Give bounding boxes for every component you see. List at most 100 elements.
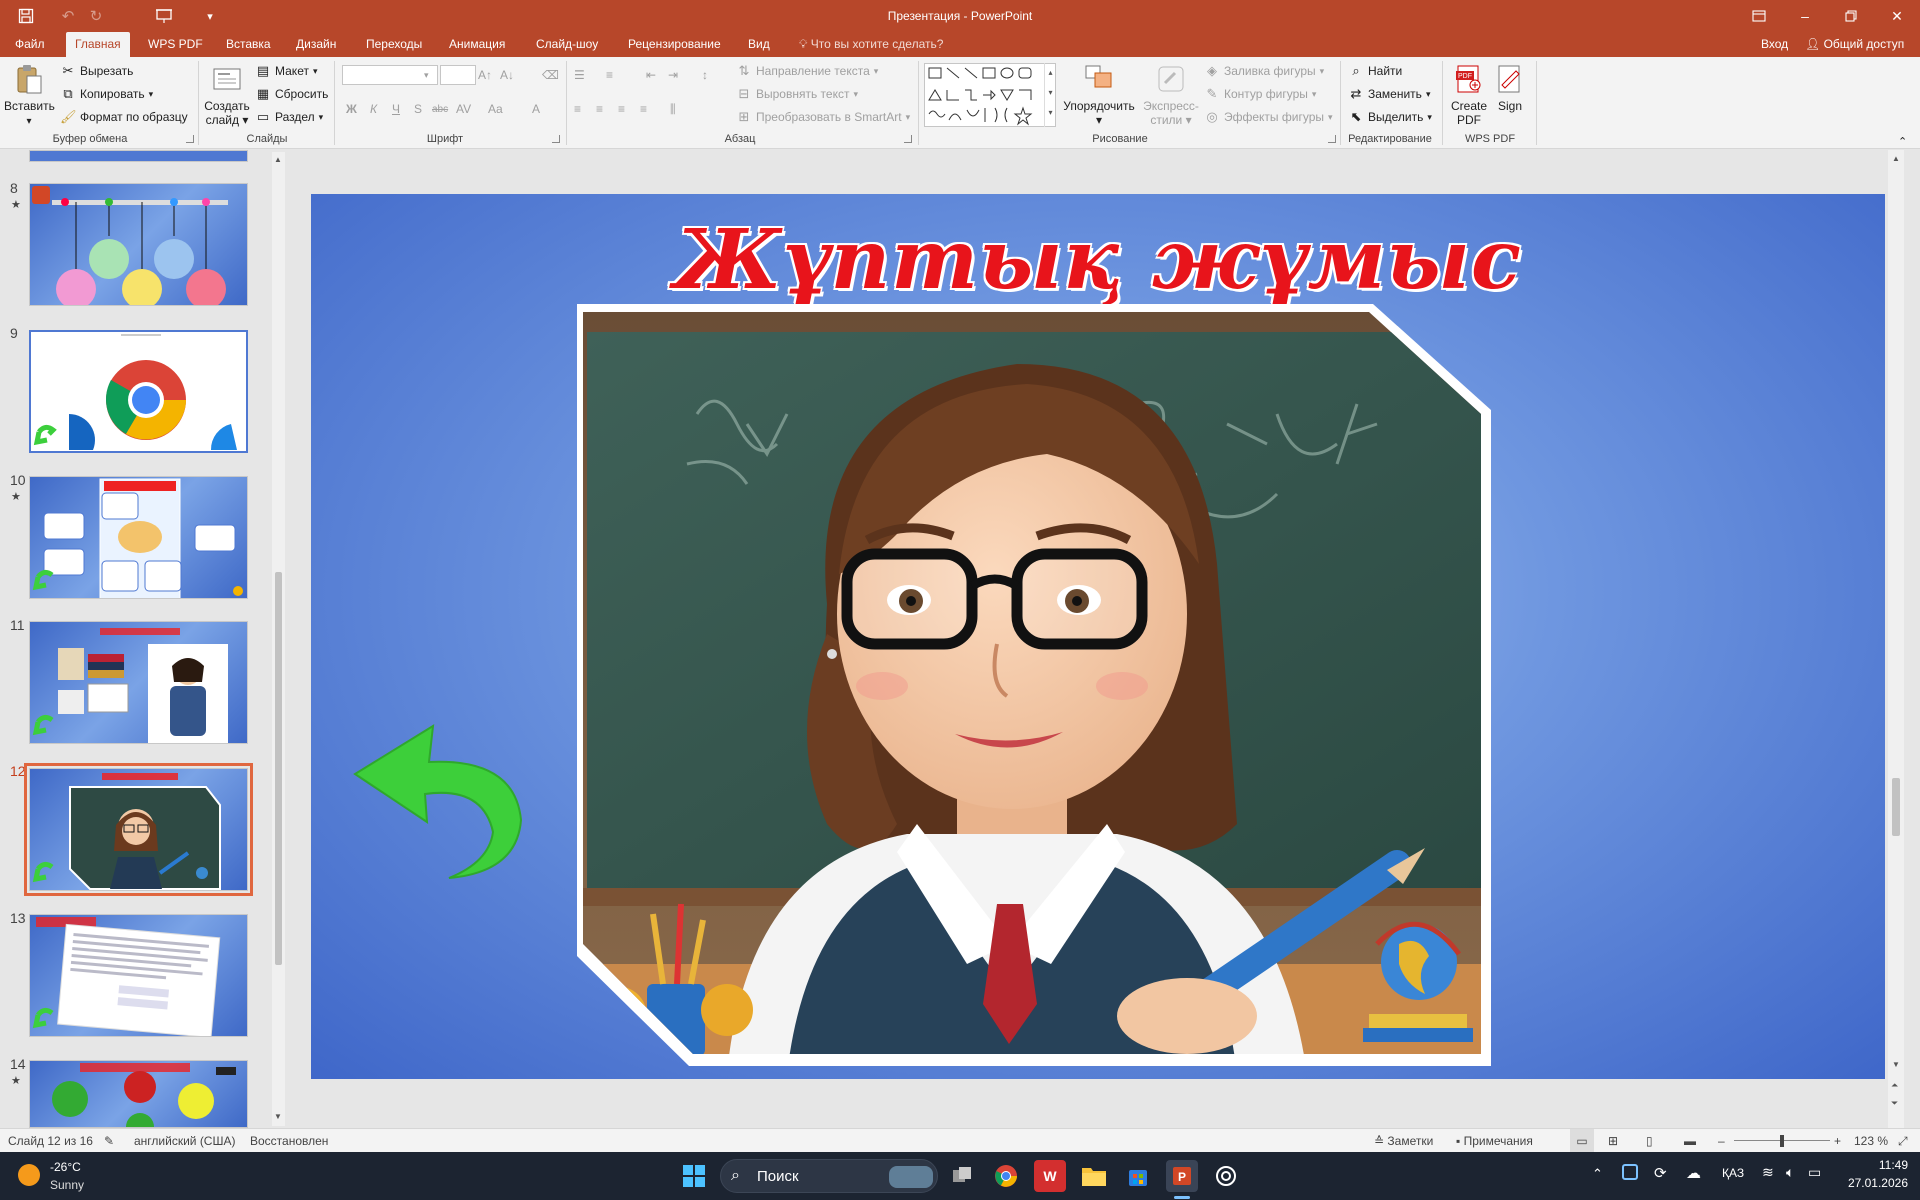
wifi-icon[interactable]: ≋ [1762,1164,1774,1181]
underline-button[interactable]: Ч [392,99,400,119]
clear-formatting-icon[interactable]: ⌫ [542,65,559,85]
arrange-button[interactable]: Упорядочить ▾ [1062,63,1136,127]
tray-sync-icon[interactable]: ⟳ [1654,1164,1667,1182]
minimize-icon[interactable]: – [1782,0,1828,32]
numbering-icon[interactable]: ≡ [606,65,613,85]
language-indicator[interactable]: английский (США) [134,1129,235,1153]
smartart-button[interactable]: ⊞ Преобразовать в SmartArt ▾ [736,107,911,127]
text-direction-button[interactable]: ⇅ Направление текста ▾ [736,61,879,81]
drawing-launcher-icon[interactable] [1328,135,1336,143]
weather-temp[interactable]: -26°C [50,1160,81,1174]
zoom-out-icon[interactable]: – [1718,1129,1725,1153]
tab-wps-pdf[interactable]: WPS PDF [139,32,212,57]
slide-thumb-11[interactable] [29,621,248,744]
decrease-font-icon[interactable]: A↓ [500,65,514,85]
align-text-button[interactable]: ⊟ Выровнять текст ▾ [736,84,858,104]
shape-outline-button[interactable]: ✎ Контур фигуры ▾ [1204,84,1317,104]
create-pdf-button[interactable]: PDF Create PDF [1448,63,1490,127]
slide-canvas[interactable]: Жұптық жұмыс [311,194,1885,1079]
save-icon[interactable] [6,0,46,32]
new-slide-button[interactable]: Создать слайд ▾ [202,63,252,127]
volume-icon[interactable]: 🔈︎ [1786,1164,1794,1181]
windows-start-icon[interactable] [678,1160,710,1192]
clock-time[interactable]: 11:49 [1838,1158,1908,1172]
slide-editing-area[interactable]: Жұптық жұмыс ▲ ▼ ⏶ ⏷ [287,150,1904,1128]
section-button[interactable]: ▭ Раздел ▾ [255,107,323,127]
shadow-button[interactable]: S [414,99,422,119]
clipboard-launcher-icon[interactable] [186,135,194,143]
restore-icon[interactable] [1828,0,1874,32]
align-left-icon[interactable]: ≡ [574,99,581,119]
tab-slideshow[interactable]: Слайд-шоу [527,32,607,57]
font-size-input[interactable] [440,65,476,85]
slide-thumb-7-partial[interactable] [29,150,248,162]
slides-panel-scrollbar[interactable]: ▲ ▼ [272,152,285,1126]
italic-button[interactable]: К [370,99,377,119]
slide-thumb-9[interactable] [29,330,248,453]
tell-me-search[interactable]: 💡︎ Что вы хотите сделать? [790,32,952,57]
close-icon[interactable]: ✕ [1874,0,1920,32]
font-name-dropdown-icon[interactable]: ▾ [424,65,429,85]
panel-scroll-thumb[interactable] [275,572,282,965]
scroll-down-icon[interactable]: ▼ [1892,1060,1900,1069]
replace-button[interactable]: ⇄ Заменить ▾ [1348,84,1431,104]
shapes-gallery[interactable] [924,63,1056,127]
teacher-picture[interactable] [577,304,1507,1074]
share-button[interactable]: 👤︎ Общий доступ [1796,32,1913,57]
back-arrow-icon[interactable] [353,722,523,882]
quick-styles-button[interactable]: Экспресс-стили ▾ [1136,63,1206,127]
notes-button[interactable]: ≙ Заметки [1374,1129,1433,1153]
slide-thumb-8[interactable] [29,183,248,306]
weather-desc[interactable]: Sunny [50,1178,84,1192]
slide-thumb-13[interactable] [29,914,248,1037]
redo-icon[interactable]: ↻ [76,0,116,32]
paragraph-launcher-icon[interactable] [904,135,912,143]
fit-slide-icon[interactable]: ⤢ [1898,1129,1908,1153]
present-from-start-icon[interactable] [144,0,184,32]
shapes-scroll[interactable]: ▴ ▾ ▾ [1044,63,1056,127]
customize-toolbar-icon[interactable]: ▾ [190,0,230,32]
tab-file[interactable]: Файл [6,32,54,57]
zoom-in-icon[interactable]: + [1834,1129,1841,1153]
onedrive-icon[interactable]: ☁ [1686,1164,1701,1182]
change-case-button[interactable]: Aa [488,99,503,119]
task-view-icon[interactable] [946,1160,978,1192]
ribbon-display-icon[interactable] [1736,0,1782,32]
scroll-down-icon[interactable]: ▼ [274,1112,282,1121]
reading-view-icon[interactable]: ▯ [1646,1129,1653,1153]
normal-view-icon[interactable]: ▭ [1570,1129,1594,1153]
copy-button[interactable]: ⧉ Копировать ▾ [60,84,153,104]
paste-button[interactable]: Вставить ▾ [4,63,55,129]
increase-indent-icon[interactable]: ⇥ [668,65,678,85]
slide-thumb-12[interactable] [24,763,253,896]
tab-insert[interactable]: Вставка [217,32,280,57]
scroll-up-icon[interactable]: ▲ [1892,154,1900,163]
align-right-icon[interactable]: ≡ [618,99,625,119]
shape-fill-button[interactable]: ◈ Заливка фигуры ▾ [1204,61,1324,81]
find-button[interactable]: ⌕ Найти [1348,61,1402,81]
editor-scroll-thumb[interactable] [1892,778,1900,836]
chrome-icon[interactable] [990,1160,1022,1192]
slideshow-icon[interactable]: ▬ [1684,1129,1696,1153]
reset-button[interactable]: ▦ Сбросить [255,84,329,104]
tray-chevron-icon[interactable]: ⌃ [1592,1166,1603,1182]
collapse-ribbon-icon[interactable]: ⌃ [1898,131,1907,151]
align-center-icon[interactable]: ≡ [596,99,603,119]
char-spacing-button[interactable]: AV [456,99,471,119]
wps-office-icon[interactable]: W [1034,1160,1066,1192]
slide-sorter-icon[interactable]: ⊞ [1608,1129,1618,1153]
increase-font-icon[interactable]: A↑ [478,65,492,85]
cut-button[interactable]: ✂ Вырезать [60,61,134,81]
file-explorer-icon[interactable] [1078,1160,1110,1192]
powerpoint-taskbar-icon[interactable]: P [1166,1160,1198,1192]
shape-effects-button[interactable]: ◎ Эффекты фигуры ▾ [1204,107,1332,127]
zoom-level[interactable]: 123 % [1854,1129,1888,1153]
select-button[interactable]: ⬉ Выделить ▾ [1348,107,1432,127]
font-launcher-icon[interactable] [552,135,560,143]
tab-design[interactable]: Дизайн [287,32,345,57]
tab-transitions[interactable]: Переходы [357,32,431,57]
slide-thumb-10[interactable] [29,476,248,599]
battery-icon[interactable]: ▭ [1808,1164,1821,1181]
line-spacing-icon[interactable]: ↕ [702,65,708,85]
editor-vertical-scrollbar[interactable]: ▲ ▼ ⏶ ⏷ [1888,150,1904,1128]
